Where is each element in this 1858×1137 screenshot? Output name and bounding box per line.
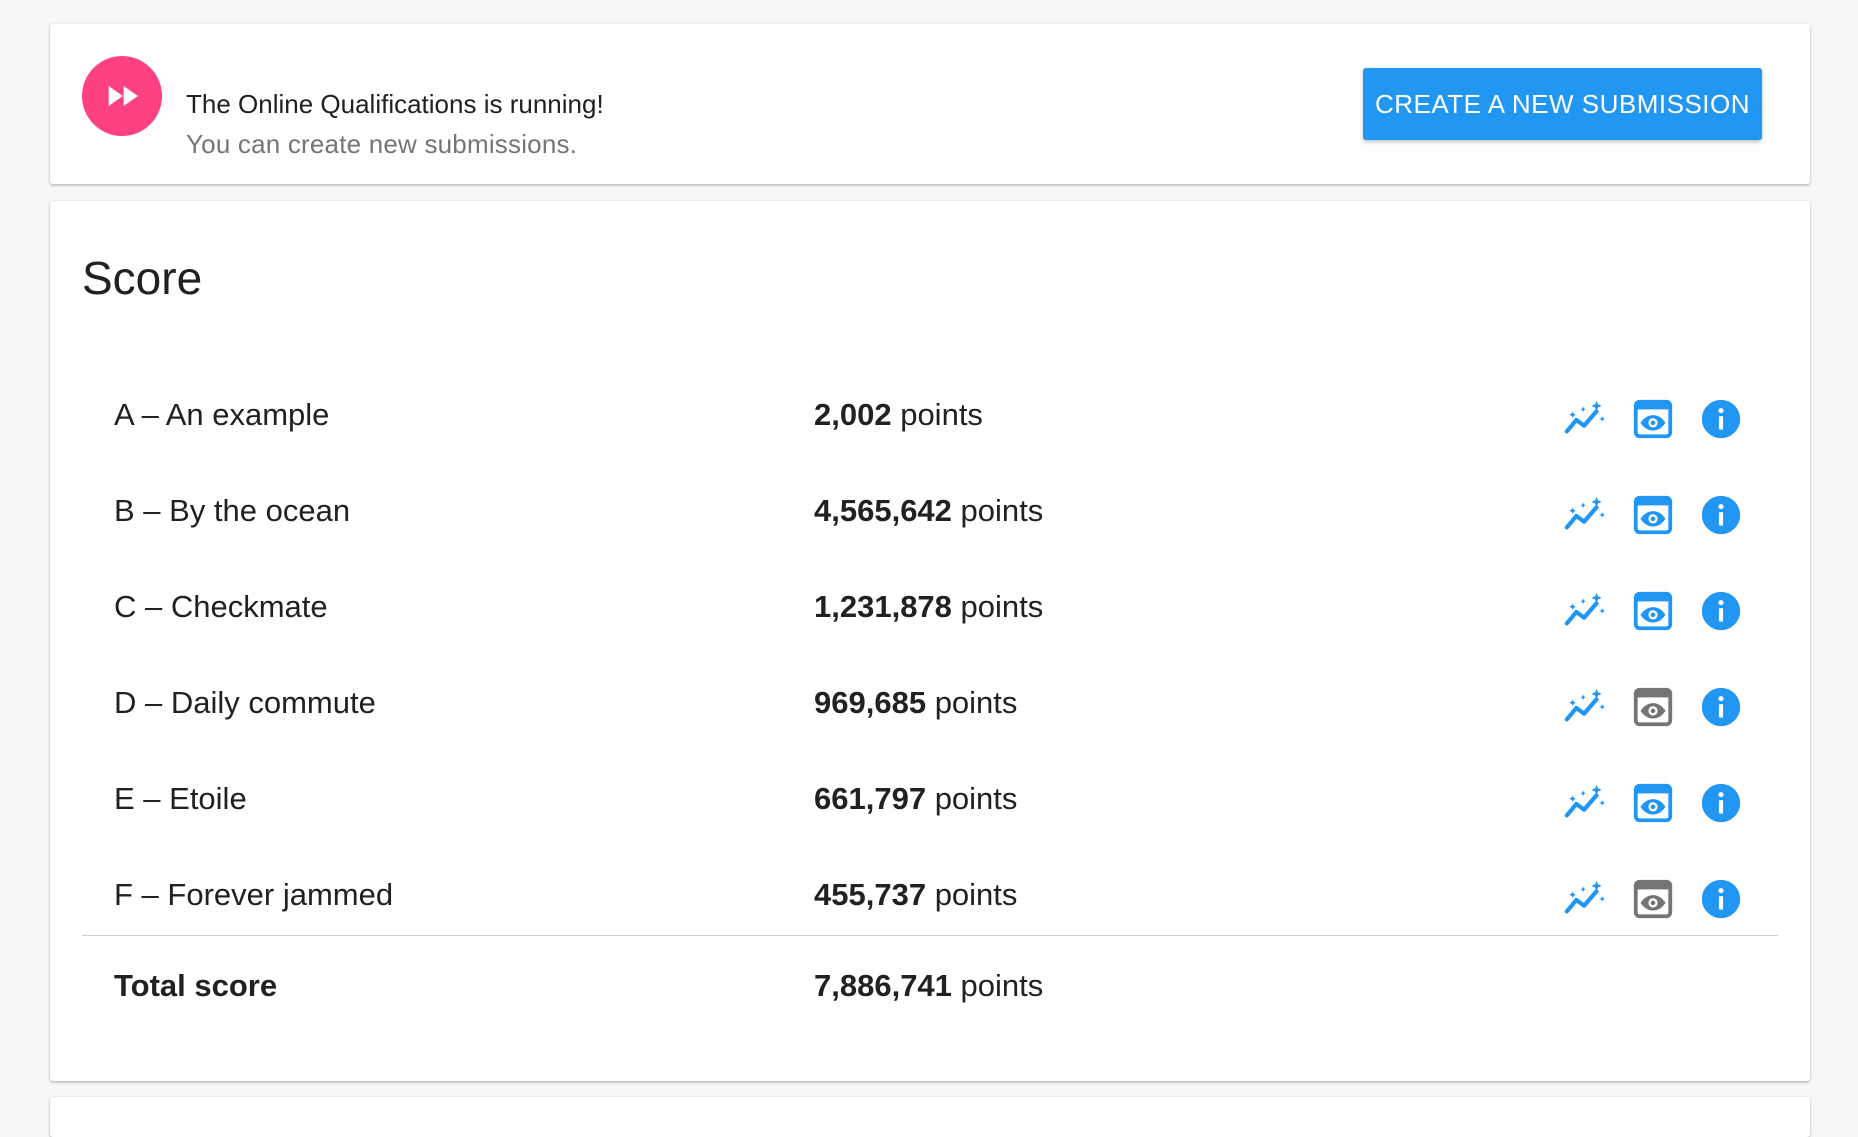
auto-graph-icon[interactable]	[1562, 684, 1608, 730]
create-submission-button[interactable]: CREATE A NEW SUBMISSION	[1363, 68, 1762, 140]
auto-graph-icon[interactable]	[1562, 876, 1608, 922]
banner-title: The Online Qualifications is running!	[186, 89, 604, 119]
task-score: 455,737 points	[814, 877, 1017, 913]
preview-icon[interactable]	[1630, 780, 1676, 826]
points-unit: points	[934, 877, 1018, 912]
task-name: D – Daily commute	[114, 685, 376, 720]
next-card	[50, 1097, 1810, 1137]
task-name: B – By the ocean	[114, 493, 351, 528]
task-row-b: B – By the ocean 4,565,642 points	[50, 467, 1810, 563]
preview-icon[interactable]	[1630, 588, 1676, 634]
auto-graph-icon[interactable]	[1562, 780, 1608, 826]
points-unit: points	[900, 397, 983, 432]
info-icon[interactable]	[1698, 876, 1744, 922]
banner-subtitle: You can create new submissions.	[186, 129, 578, 159]
task-points-value: 661,797	[814, 781, 927, 816]
task-row-d: D – Daily commute 969,685 points	[50, 659, 1810, 755]
status-banner-card: The Online Qualifications is running! Yo…	[50, 24, 1810, 184]
task-row-a: A – An example 2,002 points	[50, 371, 1810, 467]
task-name: A – An example	[114, 397, 330, 432]
task-points-value: 455,737	[814, 877, 927, 912]
fast-forward-icon	[82, 56, 162, 136]
points-unit: points	[960, 968, 1044, 1003]
task-row-c: C – Checkmate 1,231,878 points	[50, 563, 1810, 659]
preview-icon[interactable]	[1630, 492, 1676, 538]
points-unit: points	[934, 781, 1018, 816]
total-divider	[82, 935, 1778, 936]
task-points-value: 969,685	[814, 685, 927, 720]
score-heading: Score	[82, 252, 203, 304]
info-icon[interactable]	[1698, 492, 1744, 538]
info-icon[interactable]	[1698, 780, 1744, 826]
task-score: 661,797 points	[814, 781, 1017, 817]
preview-icon[interactable]	[1630, 684, 1676, 730]
auto-graph-icon[interactable]	[1562, 396, 1608, 442]
task-name: F – Forever jammed	[114, 877, 394, 912]
task-name: E – Etoile	[114, 781, 247, 816]
task-score: 4,565,642 points	[814, 493, 1043, 529]
total-score-value: 7,886,741 points	[814, 968, 1043, 1004]
total-points-value: 7,886,741	[814, 968, 952, 1003]
task-row-f: F – Forever jammed 455,737 points	[50, 851, 1810, 947]
points-unit: points	[960, 493, 1044, 528]
task-points-value: 1,231,878	[814, 589, 952, 624]
auto-graph-icon[interactable]	[1562, 588, 1608, 634]
task-points-value: 4,565,642	[814, 493, 952, 528]
auto-graph-icon[interactable]	[1562, 492, 1608, 538]
task-score: 969,685 points	[814, 685, 1017, 721]
info-icon[interactable]	[1698, 396, 1744, 442]
info-icon[interactable]	[1698, 684, 1744, 730]
preview-icon[interactable]	[1630, 396, 1676, 442]
preview-icon[interactable]	[1630, 876, 1676, 922]
points-unit: points	[960, 589, 1044, 624]
task-row-e: E – Etoile 661,797 points	[50, 755, 1810, 851]
task-score: 1,231,878 points	[814, 589, 1043, 625]
info-icon[interactable]	[1698, 588, 1744, 634]
points-unit: points	[934, 685, 1018, 720]
task-name: C – Checkmate	[114, 589, 328, 624]
total-score-label: Total score	[114, 968, 278, 1003]
score-card: Score A – An example 2,002 points B – By…	[50, 201, 1810, 1081]
task-points-value: 2,002	[814, 397, 892, 432]
task-score: 2,002 points	[814, 397, 983, 433]
